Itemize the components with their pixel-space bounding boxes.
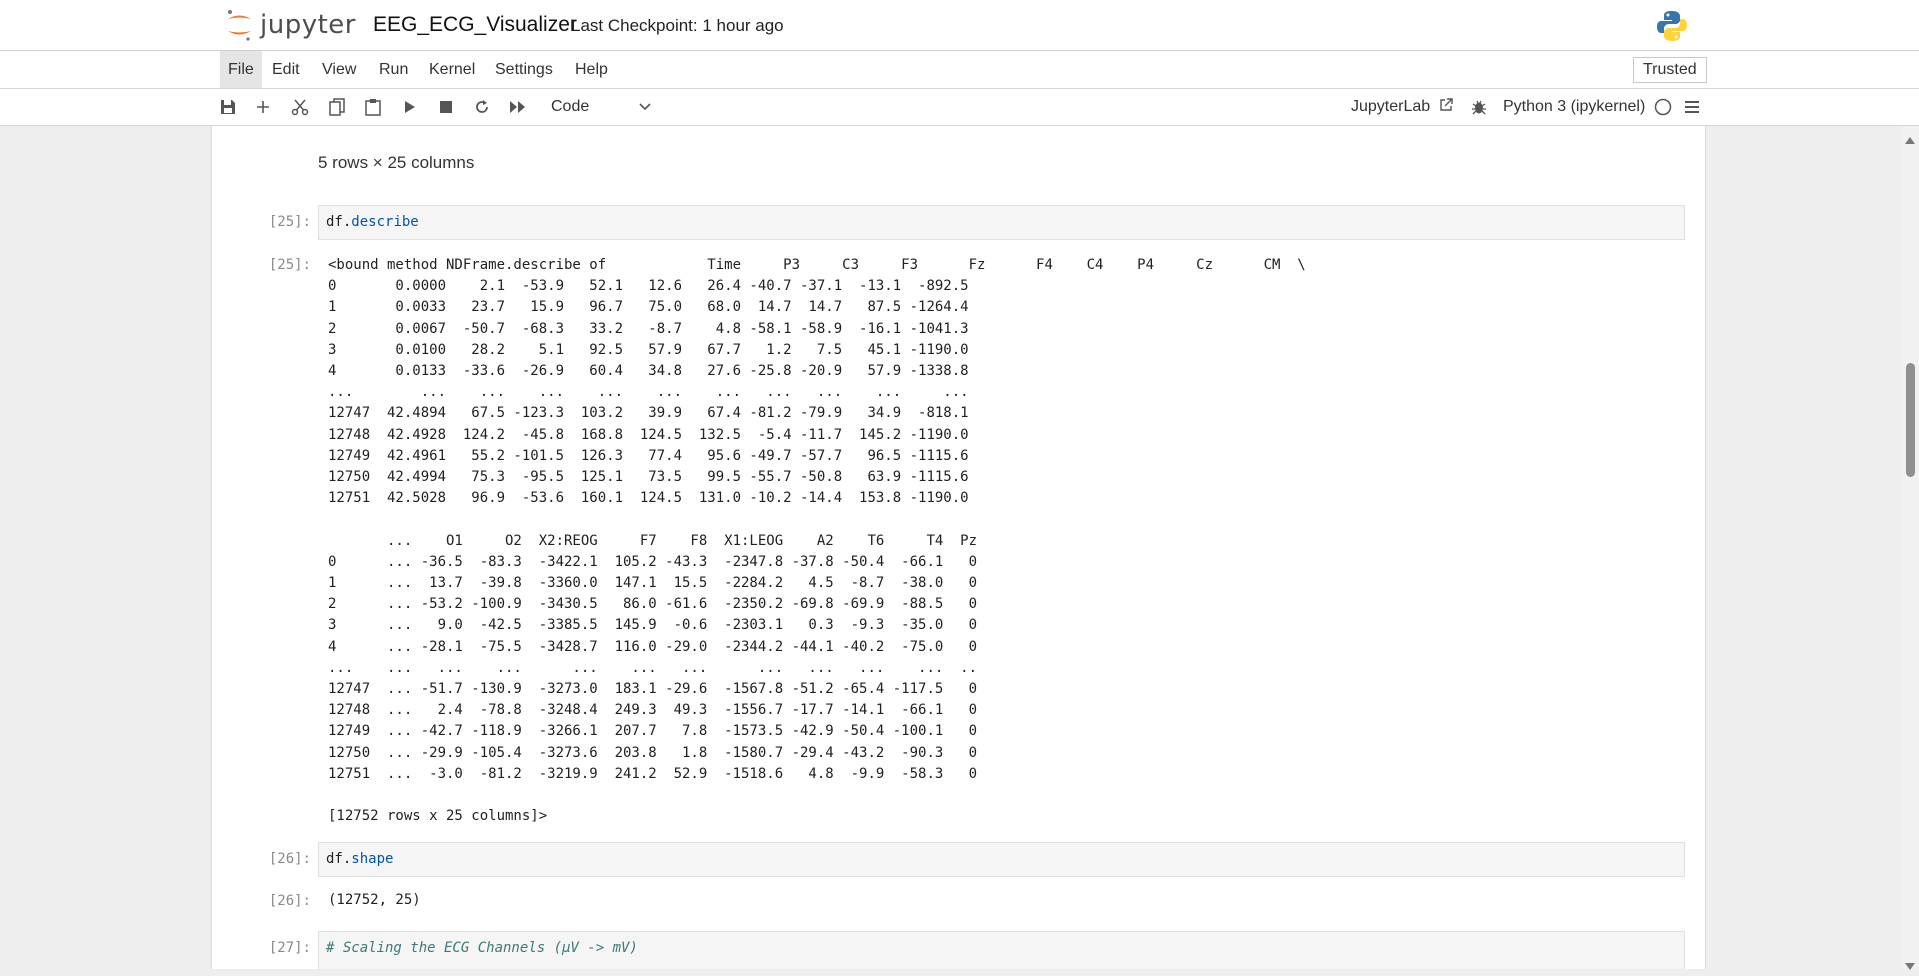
code-attribute: shape — [351, 851, 394, 867]
code-comment: # Scaling the ECG Channels (μV -> mV) — [326, 940, 638, 956]
cell-25-code: df.describe — [326, 214, 419, 230]
trusted-indicator[interactable]: Trusted — [1633, 57, 1707, 83]
menu-icon[interactable] — [1682, 97, 1702, 117]
chevron-down-icon[interactable] — [638, 99, 652, 118]
notebook-title[interactable]: EEG_ECG_Visualizer — [373, 13, 577, 37]
external-link-icon — [1439, 98, 1453, 111]
menu-settings[interactable]: Settings — [487, 51, 561, 88]
cell-26-code: df.shape — [326, 851, 393, 867]
cell-26-output-prompt: [26]: — [268, 893, 311, 909]
menu-kernel[interactable]: Kernel — [421, 51, 483, 88]
python-logo-icon — [1655, 9, 1689, 48]
checkpoint-status: Last Checkpoint: 1 hour ago — [571, 16, 784, 35]
cell-type-select[interactable]: Code — [551, 96, 589, 118]
cell-25-output: <bound method NDFrame.describe of Time P… — [328, 257, 1306, 825]
menu-file[interactable]: File — [220, 51, 262, 88]
scrollbar-thumb[interactable] — [1906, 363, 1915, 477]
menu-run[interactable]: Run — [371, 51, 416, 88]
code-variable: df. — [326, 214, 352, 230]
scroll-down-arrow-icon[interactable] — [1905, 958, 1915, 976]
cell-27-code: # Scaling the ECG Channels (μV -> mV) — [326, 940, 638, 956]
notebook-toolbar: Code JupyterLab Python 3 (ipykernel) — [0, 89, 1919, 126]
menu-view[interactable]: View — [314, 51, 364, 88]
jupyter-logo-icon — [228, 10, 251, 41]
kernel-status-icon — [1653, 97, 1673, 117]
kernel-name[interactable]: Python 3 (ipykernel) — [1503, 96, 1645, 118]
save-icon[interactable] — [218, 97, 238, 117]
paste-icon[interactable] — [363, 97, 383, 117]
previous-output-summary: 5 rows × 25 columns — [318, 153, 475, 172]
fast-forward-icon[interactable] — [508, 97, 528, 117]
menu-help[interactable]: Help — [567, 51, 616, 88]
jupyter-wordmark: jupyter — [260, 10, 356, 40]
open-jupyterlab-link[interactable]: JupyterLab — [1351, 96, 1453, 118]
debugger-icon[interactable] — [1469, 97, 1489, 117]
cell-26-input-prompt: [26]: — [268, 851, 311, 867]
cell-26-input[interactable]: df.shape — [318, 842, 1685, 877]
jupyterlab-label: JupyterLab — [1351, 98, 1431, 115]
cell-27-input[interactable]: # Scaling the ECG Channels (μV -> mV) — [318, 931, 1685, 969]
add-cell-icon[interactable] — [253, 97, 273, 117]
copy-icon[interactable] — [327, 97, 347, 117]
cell-25-input-prompt: [25]: — [268, 214, 311, 230]
cell-26-output: (12752, 25) — [328, 892, 421, 908]
cell-25-input[interactable]: df.describe — [318, 205, 1685, 240]
run-icon[interactable] — [400, 97, 420, 117]
jupyter-logo[interactable]: jupyter — [224, 8, 356, 42]
scroll-up-arrow-icon[interactable] — [1905, 131, 1915, 149]
stop-icon[interactable] — [436, 97, 456, 117]
code-variable: df. — [326, 851, 352, 867]
top-bar: jupyter EEG_ECG_Visualizer Last Checkpoi… — [0, 0, 1919, 51]
scrollbar-track[interactable] — [1901, 126, 1919, 969]
cut-icon[interactable] — [290, 97, 310, 117]
cell-27-input-prompt: [27]: — [268, 940, 311, 956]
code-attribute: describe — [351, 214, 419, 230]
menu-bar: File Edit View Run Kernel Settings Help … — [0, 51, 1919, 89]
cell-25-output-prompt: [25]: — [268, 257, 311, 273]
restart-icon[interactable] — [472, 97, 492, 117]
menu-edit[interactable]: Edit — [264, 51, 308, 88]
